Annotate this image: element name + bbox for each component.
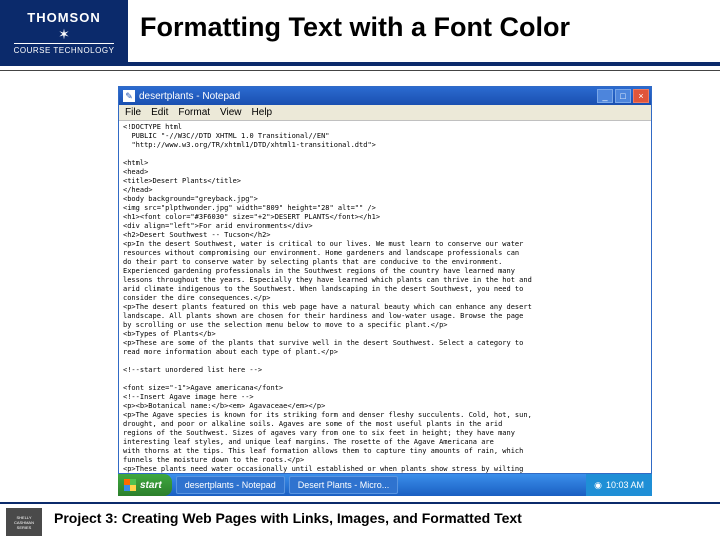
- taskbar-task-label: Desert Plants - Micro...: [298, 480, 390, 490]
- minimize-button[interactable]: _: [597, 89, 613, 103]
- tray-volume-icon: ◉: [594, 480, 602, 491]
- notepad-menubar: File Edit Format View Help: [119, 105, 651, 121]
- windows-flag-icon: [124, 479, 136, 491]
- header-rule-thick: [0, 62, 720, 66]
- star-icon: ✶: [58, 27, 70, 41]
- slide-footer: SHELLY CASHMAN SERIES Project 3: Creatin…: [0, 502, 720, 526]
- menu-file[interactable]: File: [125, 108, 141, 117]
- taskbar-task-notepad[interactable]: desertplants - Notepad: [176, 476, 285, 494]
- windows-taskbar: start desertplants - Notepad Desert Plan…: [118, 474, 652, 496]
- menu-format[interactable]: Format: [178, 108, 210, 117]
- taskbar-task-browser[interactable]: Desert Plants - Micro...: [289, 476, 399, 494]
- menu-view[interactable]: View: [220, 108, 242, 117]
- notepad-window: ✎ desertplants - Notepad _ □ × File Edit…: [118, 86, 652, 474]
- notepad-title-text: desertplants - Notepad: [139, 92, 597, 101]
- slide-header-band: THOMSON ✶ COURSE TECHNOLOGY Formatting T…: [0, 0, 720, 64]
- slide-title: Formatting Text with a Font Color: [140, 12, 570, 43]
- menu-edit[interactable]: Edit: [151, 108, 168, 117]
- course-technology-wordmark: COURSE TECHNOLOGY: [14, 43, 115, 55]
- close-button[interactable]: ×: [633, 89, 649, 103]
- series-logo-bot: SERIES: [17, 525, 32, 530]
- shelly-cashman-logo: SHELLY CASHMAN SERIES: [6, 508, 42, 536]
- taskbar-task-label: desertplants - Notepad: [185, 480, 276, 490]
- thomson-logo: THOMSON ✶ COURSE TECHNOLOGY: [0, 0, 128, 64]
- maximize-button[interactable]: □: [615, 89, 631, 103]
- start-label: start: [140, 480, 162, 491]
- menu-help[interactable]: Help: [252, 108, 273, 117]
- header-rule-thin: [0, 70, 720, 71]
- system-tray[interactable]: ◉ 10:03 AM: [586, 474, 652, 496]
- footer-caption: Project 3: Creating Web Pages with Links…: [54, 510, 720, 526]
- notepad-app-icon: ✎: [123, 90, 135, 102]
- start-button[interactable]: start: [118, 474, 172, 496]
- notepad-titlebar[interactable]: ✎ desertplants - Notepad _ □ ×: [119, 87, 651, 105]
- notepad-text-area[interactable]: <!DOCTYPE html PUBLIC "-//W3C//DTD XHTML…: [119, 121, 651, 473]
- thomson-wordmark: THOMSON: [27, 10, 100, 25]
- tray-clock: 10:03 AM: [606, 480, 644, 490]
